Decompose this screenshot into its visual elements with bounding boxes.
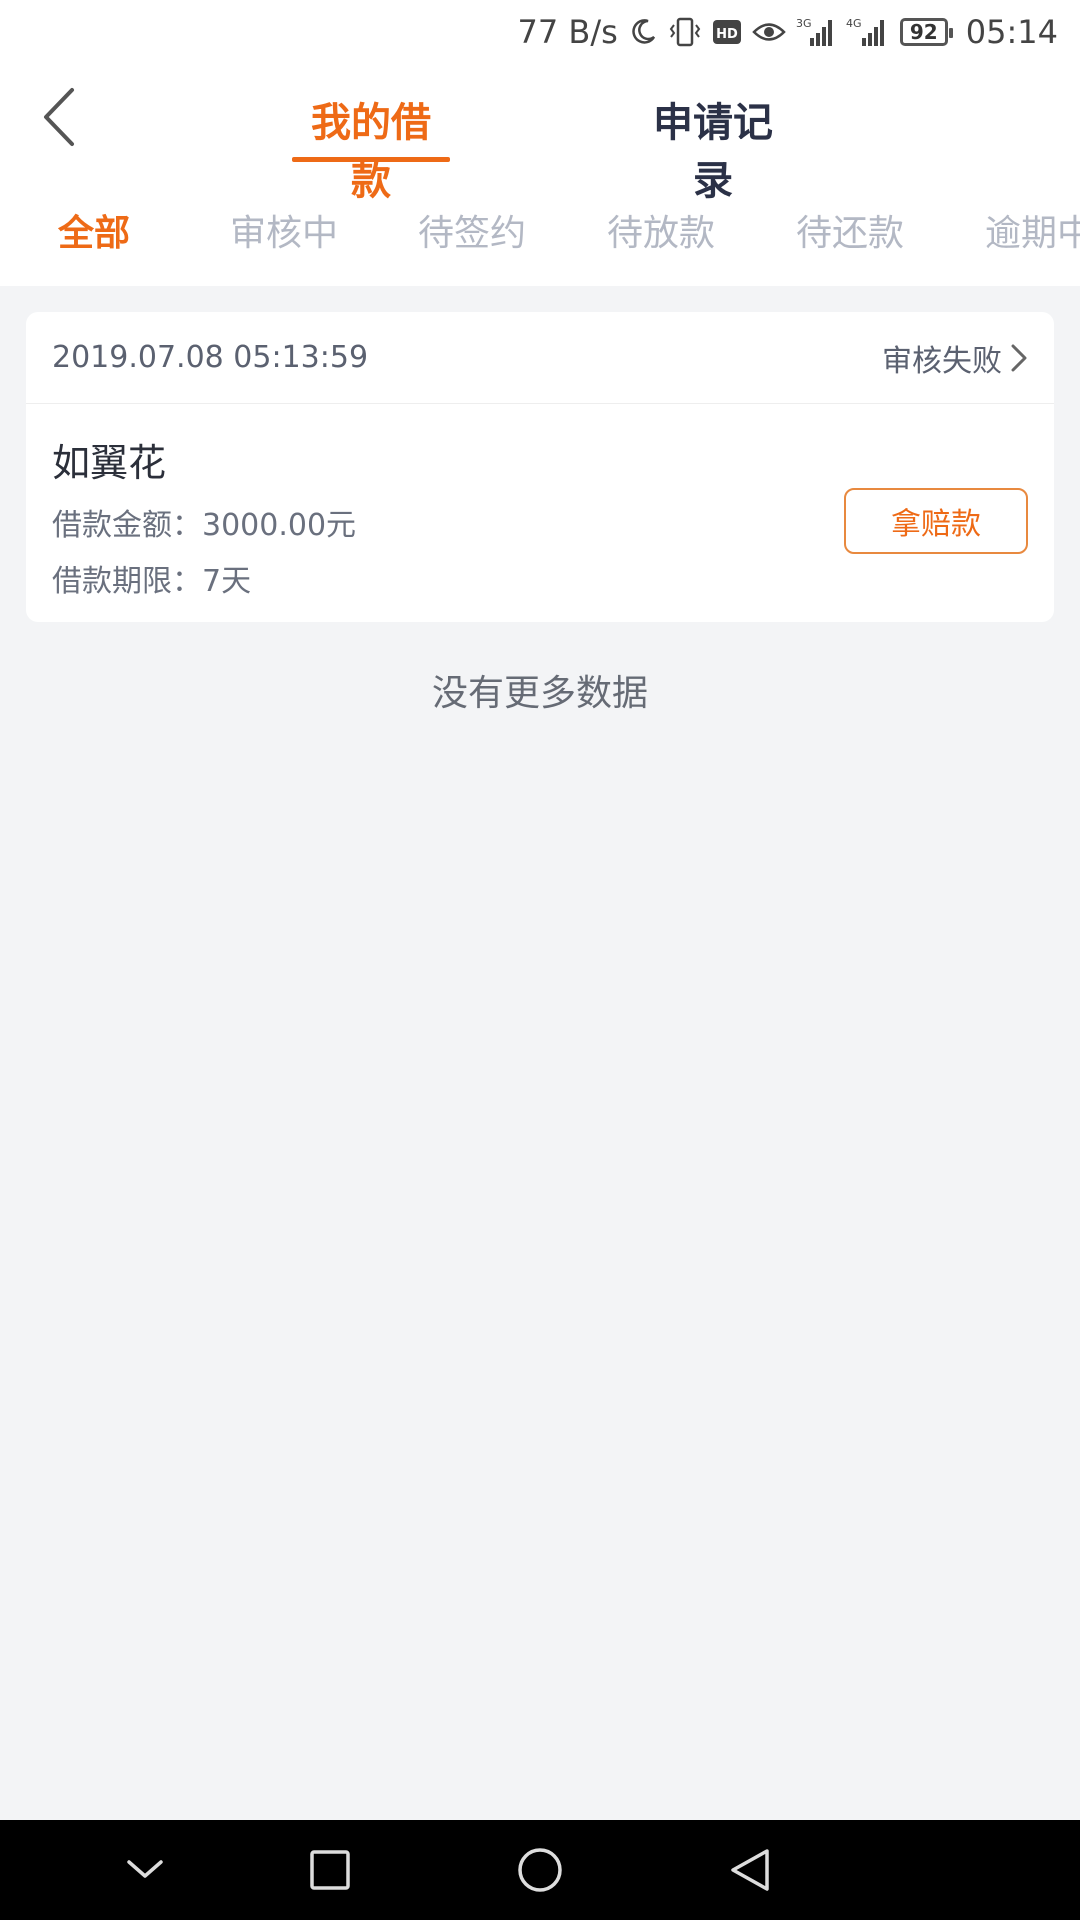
battery-level: 92 bbox=[909, 20, 938, 44]
battery-icon: 92 bbox=[899, 18, 953, 46]
vibrate-icon bbox=[668, 17, 702, 47]
filter-tab-pending-sign[interactable]: 待签约 bbox=[418, 204, 526, 256]
no-more-data: 没有更多数据 bbox=[431, 673, 648, 714]
status-bar: 77 B/s HD 3G 4G 92 05:14 bbox=[0, 0, 1080, 64]
network-3g-label: 3G bbox=[796, 17, 812, 30]
loan-term: 借款期限：7天 bbox=[52, 564, 252, 599]
loan-amount: 借款金额：3000.00元 bbox=[52, 508, 357, 543]
nav-recents-button[interactable] bbox=[300, 1840, 360, 1900]
claim-compensation-button[interactable]: 拿赔款 bbox=[844, 488, 1028, 554]
filter-tab-pending-disbursement[interactable]: 待放款 bbox=[607, 204, 715, 256]
loan-status-label: 审核失败 bbox=[882, 343, 1002, 379]
chevron-left-icon bbox=[44, 88, 74, 146]
signal-4g-icon: 4G bbox=[846, 16, 890, 48]
loan-date: 2019.07.08 05:13:59 bbox=[52, 340, 369, 375]
header: 我的借款 申请记录 bbox=[0, 64, 1080, 204]
hd-icon: HD bbox=[712, 18, 742, 46]
navigation-bar bbox=[0, 1820, 1080, 1920]
filter-tab-all[interactable]: 全部 bbox=[58, 204, 130, 256]
square-icon bbox=[310, 1850, 350, 1890]
hd-label: HD bbox=[716, 27, 738, 42]
nav-back-button[interactable] bbox=[720, 1840, 780, 1900]
filter-tab-overdue[interactable]: 逾期中 bbox=[985, 204, 1080, 256]
filter-tab-reviewing[interactable]: 审核中 bbox=[230, 204, 338, 256]
loan-status: 审核失败 bbox=[882, 336, 1028, 380]
active-tab-indicator bbox=[292, 157, 450, 162]
tab-my-loans[interactable]: 我的借款 bbox=[292, 90, 450, 204]
nav-hide-button[interactable] bbox=[115, 1840, 175, 1900]
product-name: 如翼花 bbox=[52, 441, 167, 485]
chevron-right-icon bbox=[1011, 344, 1027, 371]
loan-card-header[interactable]: 2019.07.08 05:13:59 审核失败 bbox=[26, 312, 1054, 404]
chevron-down-icon bbox=[127, 1860, 163, 1878]
circle-icon bbox=[518, 1848, 562, 1892]
loan-card[interactable]: 2019.07.08 05:13:59 审核失败 如翼花 借款金额：3000.0… bbox=[26, 312, 1054, 622]
network-speed: 77 B/s bbox=[517, 13, 618, 51]
tab-application-records[interactable]: 申请记录 bbox=[634, 90, 792, 204]
filter-tab-pending-repayment[interactable]: 待还款 bbox=[796, 204, 904, 256]
eye-icon bbox=[752, 19, 786, 45]
triangle-back-icon bbox=[731, 1849, 769, 1891]
filter-tabs: 全部 审核中 待签约 待放款 待还款 逾期中 bbox=[0, 196, 1080, 266]
clock: 05:14 bbox=[965, 13, 1058, 51]
network-4g-label: 4G bbox=[846, 17, 862, 30]
back-button[interactable] bbox=[28, 82, 88, 152]
loan-card-body: 如翼花 借款金额：3000.00元 借款期限：7天 拿赔款 bbox=[26, 404, 1054, 622]
nav-home-button[interactable] bbox=[510, 1840, 570, 1900]
moon-icon bbox=[628, 17, 658, 47]
signal-3g-icon: 3G bbox=[796, 16, 836, 48]
